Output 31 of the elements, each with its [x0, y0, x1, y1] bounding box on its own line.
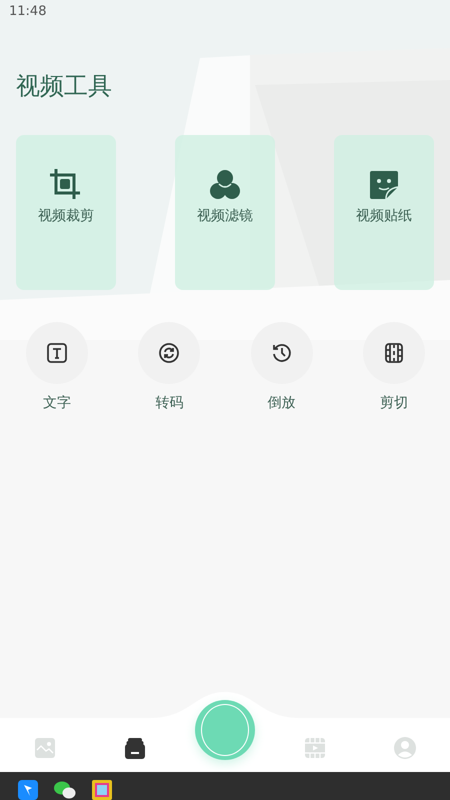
- video-icon: [305, 738, 325, 758]
- chat-app-icon: [54, 780, 76, 800]
- tool-label: 倒放: [268, 394, 296, 412]
- tool-item[interactable]: 转码: [113, 322, 226, 412]
- image-icon: [35, 738, 55, 758]
- tool-label: 剪切: [380, 394, 408, 412]
- user-icon: [394, 737, 416, 759]
- card-label: 视频裁剪: [38, 207, 94, 225]
- tool-card[interactable]: 视频滤镜: [175, 135, 275, 290]
- tool-label: 文字: [43, 394, 72, 412]
- ring-icon: [201, 704, 249, 756]
- tool-card[interactable]: 视频裁剪: [16, 135, 116, 290]
- tool-item[interactable]: 剪切: [338, 322, 450, 412]
- page-title: 视频工具: [16, 71, 113, 102]
- card-label: 视频贴纸: [356, 207, 412, 225]
- nav-button[interactable]: [125, 738, 145, 758]
- tool-label: 转码: [155, 394, 184, 412]
- film-icon: [382, 342, 405, 364]
- card-label: 视频滤镜: [197, 207, 253, 225]
- app-icon: [18, 780, 38, 800]
- taskbar-app[interactable]: [18, 780, 38, 800]
- box-icon: [125, 738, 145, 758]
- text-icon: [46, 342, 68, 364]
- tool-item[interactable]: 倒放: [226, 322, 338, 412]
- taskbar-app[interactable]: [54, 780, 76, 800]
- app-icon: [92, 780, 112, 800]
- tool-item[interactable]: 文字: [1, 322, 114, 412]
- refresh-icon: [158, 342, 180, 364]
- history-icon: [270, 342, 293, 364]
- tool-card[interactable]: 视频贴纸: [334, 135, 434, 290]
- status-time: 11:48: [9, 4, 48, 21]
